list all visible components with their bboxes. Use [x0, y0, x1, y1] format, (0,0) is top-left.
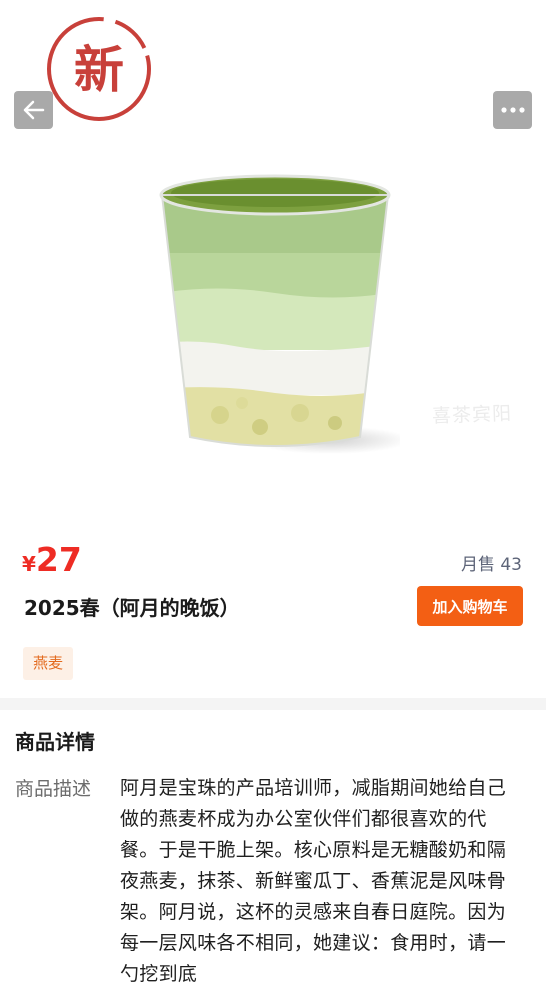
- product-name: 2025春（阿月的晚饭）: [24, 596, 240, 620]
- add-to-cart-button[interactable]: 加入购物车: [417, 586, 523, 626]
- more-dots-icon: [500, 107, 525, 113]
- stamp-text: 新: [74, 40, 124, 99]
- price-value: 27: [35, 540, 82, 579]
- back-button[interactable]: [14, 91, 53, 129]
- section-divider: [0, 698, 546, 710]
- more-button[interactable]: [493, 91, 532, 129]
- description-label: 商品描述: [15, 778, 92, 800]
- price: ¥27: [22, 540, 82, 579]
- details-section-title: 商品详情: [15, 730, 95, 754]
- description-text: 阿月是宝珠的产品培训师，减脂期间她给自己做的燕麦杯成为办公室伙伴们都很喜欢的代餐…: [120, 777, 507, 985]
- product-tag: 燕麦: [23, 647, 74, 680]
- monthly-sales: 月售 43: [460, 555, 522, 575]
- watermark: 喜茶宾阳: [431, 402, 513, 428]
- arrow-left-icon: [23, 100, 44, 120]
- product-cup-image: [159, 174, 400, 454]
- currency-symbol: ¥: [22, 552, 36, 576]
- new-stamp: 新: [44, 14, 154, 124]
